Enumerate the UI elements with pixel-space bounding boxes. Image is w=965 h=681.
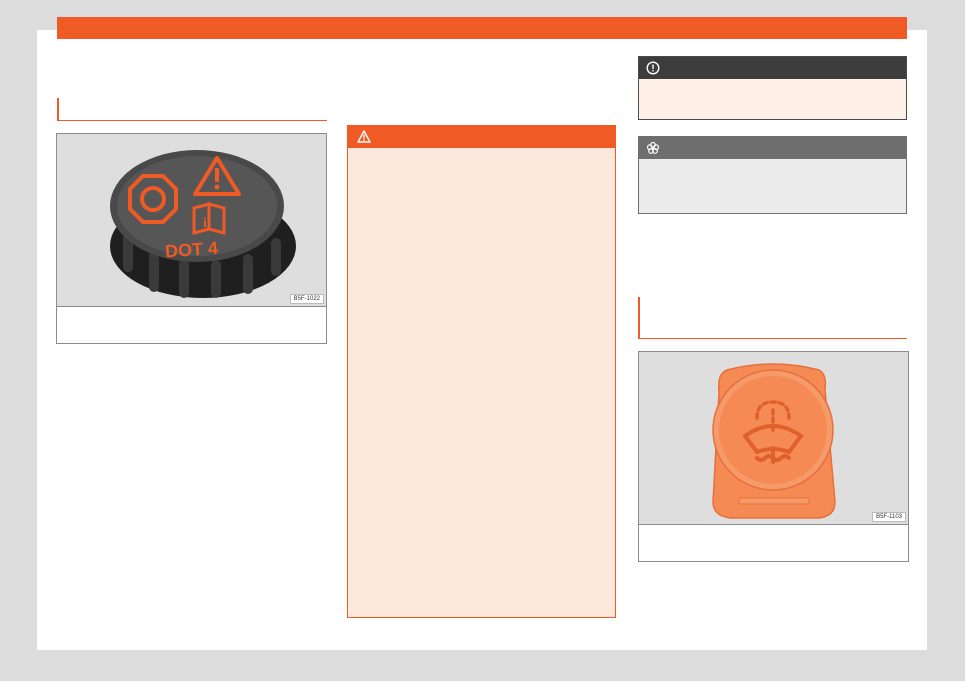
brake-fluid-cap-image: i DOT 4 B5F-1022 [57,134,326,307]
warning-box [347,125,616,618]
brake-fluid-figure: i DOT 4 B5F-1022 [56,133,327,344]
washer-fluid-figure: B5F-1103 [638,351,909,562]
dot4-label: DOT 4 [164,238,218,262]
warning-triangle-icon [357,130,371,143]
exclamation-circle-icon [646,61,660,75]
warning-header [348,126,615,148]
environment-header [639,137,906,159]
svg-text:i: i [203,216,207,231]
caution-header [639,57,906,79]
section-divider-left [57,97,327,121]
figure-code: B5F-1103 [872,512,906,522]
section-divider-right [638,296,907,339]
caution-note [638,56,907,120]
header-bar [57,17,907,39]
figure-code: B5F-1022 [289,294,324,304]
flower-icon [646,141,660,155]
washer-fluid-cap-image: B5F-1103 [639,352,908,525]
environment-note [638,136,907,214]
